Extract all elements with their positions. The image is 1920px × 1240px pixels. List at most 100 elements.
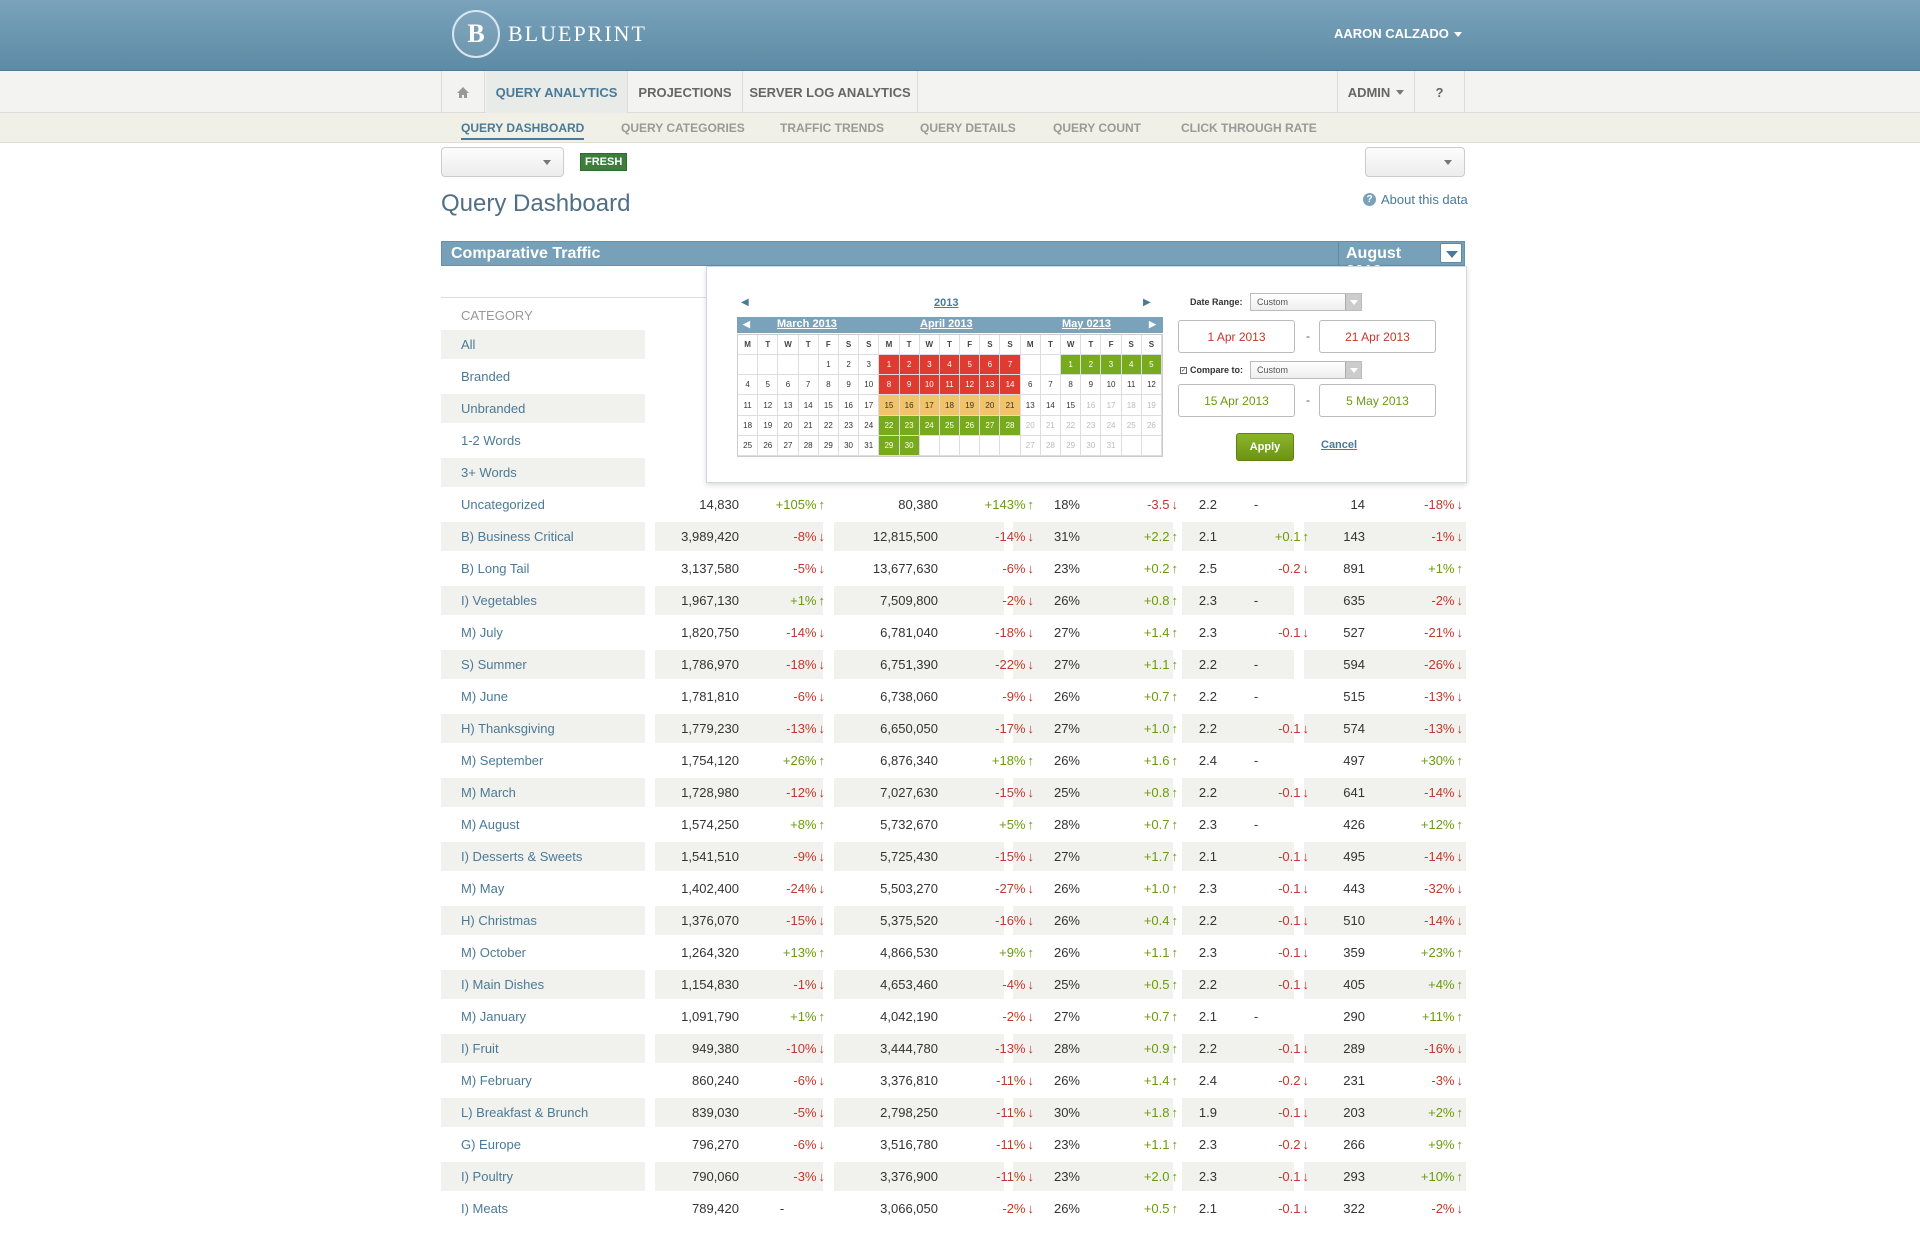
calendar-day[interactable]: 21 <box>1040 415 1062 436</box>
category-link[interactable]: I) Meats <box>441 1194 645 1223</box>
calendar-day[interactable]: 22 <box>818 415 839 436</box>
category-link[interactable]: 1-2 Words <box>441 426 645 455</box>
calendar-day[interactable]: 9 <box>1081 375 1102 396</box>
category-link[interactable]: S) Summer <box>441 650 645 679</box>
nav-query-analytics[interactable]: QUERY ANALYTICS <box>486 71 628 113</box>
category-link[interactable]: All <box>441 330 645 359</box>
category-link[interactable]: M) August <box>441 810 645 839</box>
calendar-day[interactable]: 16 <box>899 395 920 416</box>
end-date-input[interactable]: 21 Apr 2013 <box>1319 320 1436 353</box>
calendar-day[interactable]: 2 <box>899 355 920 376</box>
category-link[interactable]: I) Poultry <box>441 1162 645 1191</box>
calendar-day[interactable]: 31 <box>1101 435 1122 456</box>
calendar-day[interactable]: 28 <box>1040 435 1062 456</box>
category-link[interactable]: L) Breakfast & Brunch <box>441 1098 645 1127</box>
calendar-day[interactable]: 8 <box>1061 375 1082 396</box>
category-link[interactable]: G) Europe <box>441 1130 645 1159</box>
category-link[interactable]: M) May <box>441 874 645 903</box>
category-link[interactable]: M) February <box>441 1066 645 1095</box>
brand-logo[interactable]: B BLUEPRINT <box>452 10 647 58</box>
cancel-link[interactable]: Cancel <box>1321 439 1357 451</box>
calendar-day[interactable]: 21 <box>1000 395 1021 416</box>
calendar-day[interactable]: 12 <box>1141 375 1162 396</box>
category-link[interactable]: M) October <box>441 938 645 967</box>
subnav-click-through-rate[interactable]: CLICK THROUGH RATE <box>1181 121 1317 135</box>
calendar-day[interactable]: 25 <box>1121 415 1142 436</box>
next-year-icon[interactable]: ▶ <box>1143 297 1151 308</box>
calendar-day[interactable]: 30 <box>838 435 860 456</box>
calendar-day[interactable]: 29 <box>1061 435 1082 456</box>
calendar-day[interactable]: 28 <box>798 435 819 456</box>
calendar-day[interactable]: 14 <box>1040 395 1062 416</box>
calendar-day[interactable]: 4 <box>738 375 759 396</box>
compare-checkbox[interactable]: ✓ <box>1180 367 1187 374</box>
calendar-year[interactable]: 2013 <box>934 297 958 309</box>
calendar-day[interactable]: 10 <box>1101 375 1122 396</box>
calendar-day[interactable]: 5 <box>1141 355 1162 376</box>
calendar-day[interactable]: 15 <box>818 395 839 416</box>
calendar-day[interactable]: 16 <box>1081 395 1102 416</box>
next-month-icon[interactable]: ▶ <box>1149 319 1156 330</box>
calendar-day[interactable]: 23 <box>838 415 860 436</box>
calendar-day[interactable]: 22 <box>879 415 900 436</box>
calendar-day[interactable]: 19 <box>758 415 779 436</box>
apply-button[interactable]: Apply <box>1236 433 1294 461</box>
category-link[interactable]: Unbranded <box>441 394 645 423</box>
nav-projections[interactable]: PROJECTIONS <box>628 71 743 113</box>
compare-select[interactable]: Custom <box>1250 361 1362 379</box>
calendar-day[interactable]: 12 <box>960 375 981 396</box>
calendar-day[interactable]: 5 <box>758 375 779 396</box>
month-dropdown-button[interactable] <box>1440 243 1462 263</box>
month-selector[interactable]: August 2013 <box>1338 242 1440 280</box>
prev-month-icon[interactable]: ◀ <box>743 319 750 330</box>
subnav-query-categories[interactable]: QUERY CATEGORIES <box>621 121 745 135</box>
calendar-day[interactable]: 11 <box>939 375 961 396</box>
calendar-day[interactable]: 18 <box>939 395 961 416</box>
nav-help[interactable]: ? <box>1415 71 1465 113</box>
month-march[interactable]: March 2013 <box>777 318 837 330</box>
calendar-day[interactable]: 6 <box>778 375 799 396</box>
category-link[interactable]: Branded <box>441 362 645 391</box>
calendar-day[interactable]: 25 <box>738 435 759 456</box>
calendar-day[interactable]: 3 <box>1101 355 1122 376</box>
calendar-day[interactable]: 13 <box>1020 395 1041 416</box>
calendar-day[interactable]: 2 <box>1081 355 1102 376</box>
calendar-day[interactable]: 20 <box>980 395 1001 416</box>
subnav-query-dashboard[interactable]: QUERY DASHBOARD <box>461 121 585 140</box>
category-link[interactable]: M) March <box>441 778 645 807</box>
calendar-day[interactable]: 29 <box>879 435 900 456</box>
calendar-day[interactable]: 1 <box>818 355 839 376</box>
calendar-day[interactable]: 20 <box>1020 415 1041 436</box>
calendar-day[interactable]: 23 <box>1081 415 1102 436</box>
calendar-day[interactable]: 27 <box>1020 435 1041 456</box>
calendar-day[interactable]: 14 <box>1000 375 1021 396</box>
category-link[interactable]: B) Business Critical <box>441 522 645 551</box>
calendar-day[interactable]: 29 <box>818 435 839 456</box>
calendar-day[interactable]: 1 <box>1061 355 1082 376</box>
calendar-day[interactable]: 1 <box>879 355 900 376</box>
calendar-day[interactable]: 15 <box>1061 395 1082 416</box>
calendar-day[interactable]: 26 <box>1141 415 1162 436</box>
calendar-day[interactable]: 18 <box>738 415 759 436</box>
calendar-day[interactable]: 2 <box>838 355 860 376</box>
calendar-day[interactable]: 6 <box>1020 375 1041 396</box>
start-date-input[interactable]: 1 Apr 2013 <box>1178 320 1295 353</box>
calendar-day[interactable]: 17 <box>1101 395 1122 416</box>
category-link[interactable]: I) Fruit <box>441 1034 645 1063</box>
calendar-day[interactable]: 18 <box>1121 395 1142 416</box>
category-link[interactable]: I) Desserts & Sweets <box>441 842 645 871</box>
date-range-select[interactable]: Custom <box>1250 293 1362 311</box>
calendar-day[interactable]: 9 <box>899 375 920 396</box>
calendar-day[interactable]: 4 <box>939 355 961 376</box>
calendar-day[interactable]: 21 <box>798 415 819 436</box>
calendar-day[interactable]: 5 <box>960 355 981 376</box>
category-link[interactable]: 3+ Words <box>441 458 645 487</box>
about-data-link[interactable]: ? About this data <box>1363 192 1468 207</box>
calendar-day[interactable]: 17 <box>859 395 880 416</box>
category-link[interactable]: B) Long Tail <box>441 554 645 583</box>
calendar-day[interactable]: 20 <box>778 415 799 436</box>
category-link[interactable]: M) September <box>441 746 645 775</box>
subnav-traffic-trends[interactable]: TRAFFIC TRENDS <box>780 121 884 135</box>
calendar-day[interactable]: 24 <box>859 415 880 436</box>
calendar-day[interactable]: 10 <box>859 375 880 396</box>
